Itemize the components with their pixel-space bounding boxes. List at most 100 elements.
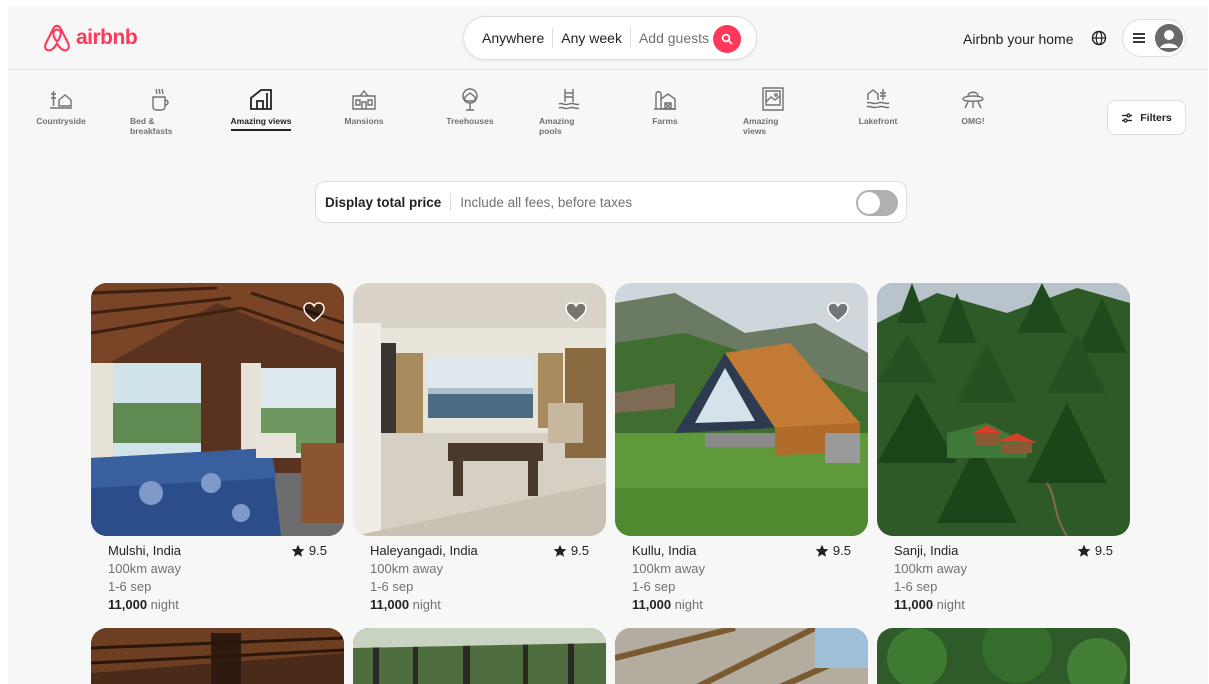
listing-card[interactable]: Sanji, India 9.5 100km away 1-6 sep 11,0… [877, 283, 1130, 614]
total-price-toggle[interactable] [856, 190, 898, 216]
category-label: Amazing views [230, 116, 292, 131]
display-total-price-bar: Display total price Include all fees, be… [315, 181, 907, 223]
house-view-icon [250, 89, 272, 110]
price-unit: night [936, 597, 965, 612]
header: airbnb Anywhere Any week Add guests Airb… [8, 6, 1208, 70]
listing-card[interactable] [615, 628, 868, 684]
airbnb-logo-icon [44, 24, 70, 52]
star-icon [1077, 544, 1091, 557]
host-link[interactable]: Airbnb your home [963, 31, 1074, 47]
farm-icon [654, 91, 676, 110]
listing-card[interactable]: Haleyangadi, India 9.5 100km away 1-6 se… [353, 283, 606, 614]
search-bar[interactable]: Anywhere Any week Add guests [463, 16, 757, 60]
heart-icon[interactable] [302, 301, 326, 323]
category-farms[interactable]: Farms [630, 86, 700, 126]
avatar [1155, 24, 1183, 52]
category-label: OMG! [961, 116, 985, 126]
logo-text: airbnb [76, 26, 138, 49]
countryside-icon [50, 91, 72, 109]
listing-image [91, 628, 344, 684]
sliders-icon [1122, 112, 1133, 123]
listing-photo[interactable] [353, 628, 606, 684]
listing-card[interactable] [91, 628, 344, 684]
search-when[interactable]: Any week [561, 30, 622, 46]
listing-card[interactable] [877, 628, 1130, 684]
category-amazing-views[interactable]: Amazing views [226, 86, 296, 131]
globe-icon[interactable] [1090, 29, 1108, 47]
category-label: Treehouses [446, 116, 494, 126]
listing-photo[interactable] [877, 283, 1130, 536]
airbnb-logo[interactable]: airbnb [42, 22, 138, 54]
filters-label: Filters [1140, 111, 1172, 124]
user-icon [1155, 24, 1183, 52]
listing-price: 11,000 night [894, 596, 1113, 614]
listing-dates: 1-6 sep [108, 579, 152, 594]
rating-value: 9.5 [308, 543, 327, 558]
category-label: Lakefront [858, 116, 898, 126]
listing-photo[interactable] [91, 283, 344, 536]
listing-distance: 100km away [108, 561, 181, 576]
category-countryside[interactable]: Countryside [26, 86, 96, 126]
filters-button[interactable]: Filters [1107, 100, 1186, 135]
heart-icon[interactable] [564, 301, 588, 323]
category-label: Farms [652, 116, 678, 126]
listing-rating: 9.5 [815, 542, 851, 560]
listing-rating: 9.5 [1077, 542, 1113, 560]
category-label: Bed & breakfasts [130, 116, 173, 136]
price-unit: night [412, 597, 441, 612]
category-label: Amazing views [743, 116, 779, 136]
price-amount: 11,000 [370, 597, 410, 612]
listing-card[interactable] [353, 628, 606, 684]
search-guests[interactable]: Add guests [639, 30, 709, 46]
coffee-mug-icon [152, 88, 169, 111]
treehouse-icon [462, 88, 478, 111]
mansion-icon [352, 89, 376, 110]
listing-card[interactable]: Mulshi, India 9.5 100km away 1-6 sep 11,… [91, 283, 344, 614]
category-omg[interactable]: OMG! [938, 86, 1008, 126]
divider [450, 193, 452, 211]
listing-photo[interactable] [353, 283, 606, 536]
listing-price: 11,000 night [370, 596, 589, 614]
category-bed-breakfasts[interactable]: Bed & breakfasts [125, 86, 195, 136]
price-amount: 11,000 [632, 597, 672, 612]
category-treehouses[interactable]: Treehouses [435, 86, 505, 126]
category-lakefront[interactable]: Lakefront [843, 86, 913, 126]
heart-icon[interactable] [826, 301, 850, 323]
category-amazing-views-2[interactable]: Amazing views [738, 86, 808, 136]
search-where[interactable]: Anywhere [482, 30, 544, 46]
listing-rating: 9.5 [291, 542, 327, 560]
star-icon [553, 544, 567, 557]
listing-photo[interactable] [615, 283, 868, 536]
listing-photo[interactable] [615, 628, 868, 684]
category-bar: Countryside Bed & breakfasts Amazing vie… [8, 86, 1108, 150]
picture-frame-icon [762, 87, 784, 111]
search-icon [721, 33, 733, 45]
listing-info: Kullu, India 9.5 100km away 1-6 sep 11,0… [615, 536, 868, 614]
category-label: Amazing pools [539, 116, 575, 136]
listing-image [877, 283, 1130, 536]
listing-distance: 100km away [894, 561, 967, 576]
listing-photo[interactable] [91, 628, 344, 684]
price-unit: night [150, 597, 179, 612]
listing-price: 11,000 night [108, 596, 327, 614]
hamburger-icon [1131, 30, 1147, 46]
listing-card[interactable]: Kullu, India 9.5 100km away 1-6 sep 11,0… [615, 283, 868, 614]
listing-dates: 1-6 sep [632, 579, 676, 594]
rating-value: 9.5 [1094, 543, 1113, 558]
category-amazing-pools[interactable]: Amazing pools [534, 86, 604, 136]
star-icon [815, 544, 829, 557]
search-button[interactable] [713, 25, 741, 53]
listing-photo[interactable] [877, 628, 1130, 684]
price-amount: 11,000 [894, 597, 934, 612]
listing-image [353, 628, 606, 684]
listing-dates: 1-6 sep [894, 579, 938, 594]
rating-value: 9.5 [832, 543, 851, 558]
divider [629, 28, 631, 48]
rating-value: 9.5 [570, 543, 589, 558]
profile-menu-button[interactable] [1122, 19, 1186, 57]
divider [552, 28, 554, 48]
pool-icon [558, 89, 580, 110]
page: airbnb Anywhere Any week Add guests Airb… [8, 6, 1208, 684]
price-toggle-title: Display total price [325, 194, 442, 210]
category-mansions[interactable]: Mansions [329, 86, 399, 126]
